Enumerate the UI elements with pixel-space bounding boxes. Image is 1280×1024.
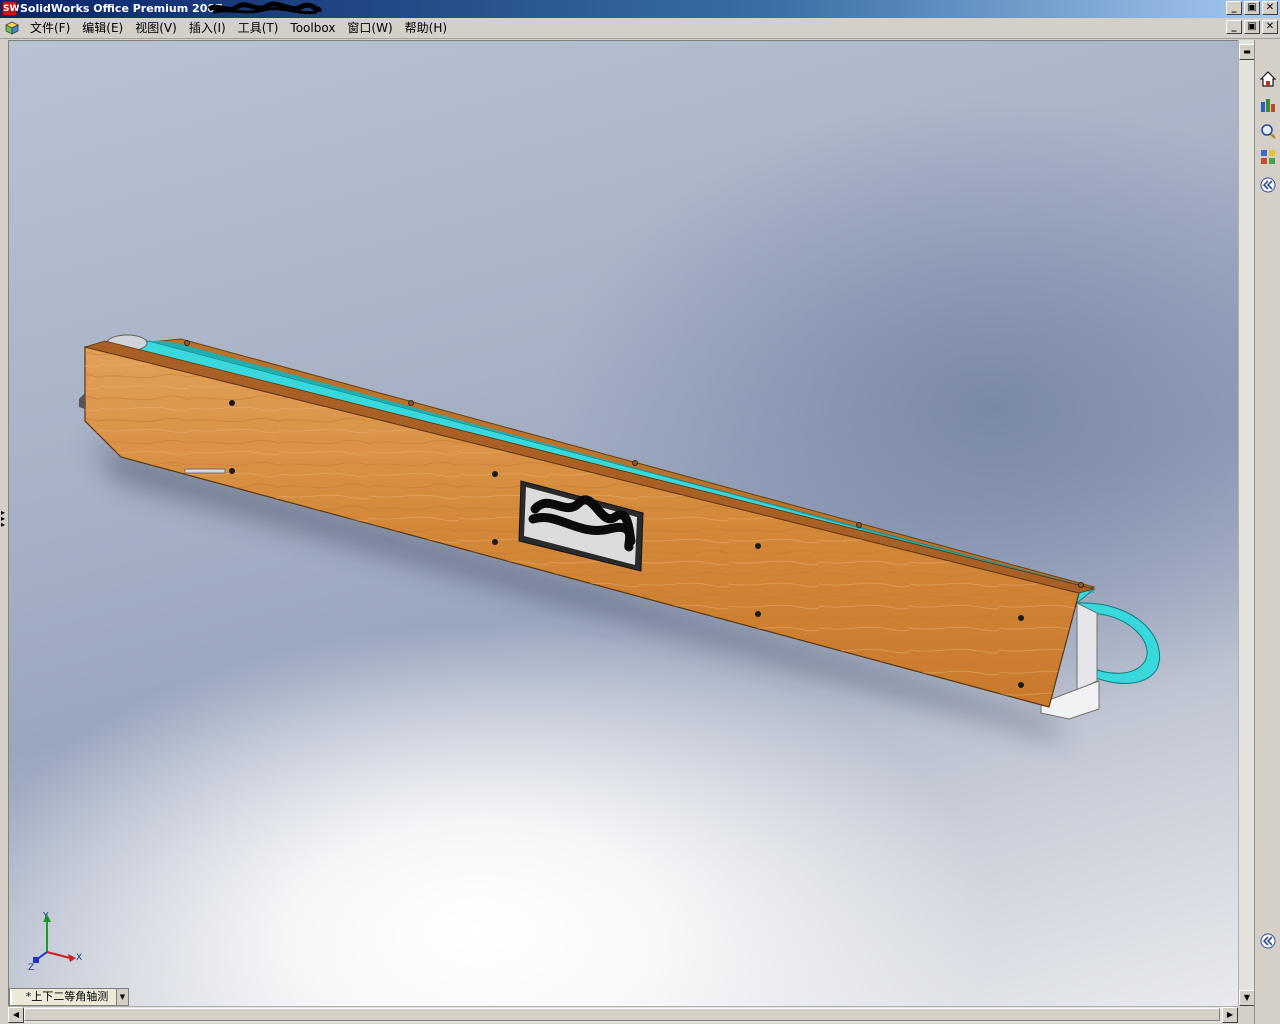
splitter-handle-icon[interactable]: ▸ ▸ ▸ <box>1 509 5 529</box>
scroll-thumb[interactable] <box>24 1008 1220 1021</box>
palette-icon[interactable] <box>1259 148 1277 166</box>
bottom-plate <box>184 468 226 474</box>
menu-file[interactable]: 文件(F) <box>24 18 76 38</box>
screw-hole <box>1018 615 1024 621</box>
view-orientation-label: *上下二等角轴测 <box>12 989 122 1005</box>
scroll-left-icon[interactable]: ◀ <box>8 1007 24 1023</box>
view-orientation-dropdown[interactable]: *上下二等角轴测 ▼ <box>9 988 129 1006</box>
restore-button[interactable]: ▣ <box>1244 1 1260 15</box>
doc-restore-button[interactable]: ▣ <box>1244 20 1260 34</box>
vertical-scrollbar[interactable]: ▬ ▼ <box>1238 40 1255 1006</box>
window-controls: _ ▣ ✕ <box>1226 1 1278 15</box>
document-icon[interactable] <box>4 20 20 36</box>
screw-hole <box>229 400 235 406</box>
menu-view[interactable]: 视图(V) <box>129 18 183 38</box>
task-pane-strip <box>1254 40 1280 1024</box>
home-icon[interactable] <box>1259 70 1277 88</box>
triad-x-arrow <box>68 954 76 962</box>
doc-minimize-button[interactable]: _ <box>1226 20 1242 34</box>
rail-bolt <box>632 460 638 466</box>
reference-triad: Y X Z <box>28 912 82 972</box>
menu-help[interactable]: 帮助(H) <box>399 18 453 38</box>
menu-insert[interactable]: 插入(I) <box>183 18 232 38</box>
close-button[interactable]: ✕ <box>1262 1 1278 15</box>
triad-x-label: X <box>76 953 82 963</box>
feature-manager-collapse-bar[interactable]: ▸ ▸ ▸ <box>0 40 8 1006</box>
window-title: SolidWorks Office Premium 2007 - <box>20 2 232 15</box>
title-bar: SW SolidWorks Office Premium 2007 - _ ▣ … <box>0 0 1280 18</box>
resources-icon[interactable] <box>1259 96 1277 114</box>
menu-bar: 文件(F) 编辑(E) 视图(V) 插入(I) 工具(T) Toolbox 窗口… <box>0 18 1280 39</box>
triad-z-label: Z <box>28 963 34 972</box>
screw-hole <box>755 611 761 617</box>
triad-x-axis <box>46 951 71 959</box>
document-window-controls: _ ▣ ✕ <box>1226 20 1278 34</box>
screw-hole <box>755 543 761 549</box>
search-icon[interactable] <box>1259 122 1277 140</box>
menu-items: 文件(F) 编辑(E) 视图(V) 插入(I) 工具(T) Toolbox 窗口… <box>24 18 453 38</box>
horizontal-scrollbar[interactable]: ◀ ▶ <box>8 1006 1238 1023</box>
chevron-down-icon[interactable]: ▼ <box>116 989 128 1005</box>
left-tab <box>79 393 85 409</box>
scroll-down-icon[interactable]: ▼ <box>1239 990 1255 1006</box>
redacted-text-scribble <box>207 1 323 15</box>
menu-edit[interactable]: 编辑(E) <box>76 18 129 38</box>
triad-y-label: Y <box>42 912 49 922</box>
split-bar-icon[interactable]: ▬ <box>1239 44 1255 60</box>
menu-tools[interactable]: 工具(T) <box>232 18 285 38</box>
screw-hole <box>492 471 498 477</box>
end-bracket[interactable] <box>1076 602 1098 692</box>
solidworks-logo-icon: SW <box>2 1 19 16</box>
minimize-button[interactable]: _ <box>1226 1 1242 15</box>
collapse-icon[interactable] <box>1259 176 1277 194</box>
menu-toolbox[interactable]: Toolbox <box>284 18 341 38</box>
rail-bolt <box>408 400 414 406</box>
doc-close-button[interactable]: ✕ <box>1262 20 1278 34</box>
menu-window[interactable]: 窗口(W) <box>341 18 398 38</box>
conveyor-model[interactable] <box>9 41 1239 1007</box>
graphics-area[interactable] <box>8 40 1239 1007</box>
rail-bolt <box>1078 582 1084 588</box>
rail-bolt <box>856 522 862 528</box>
screw-hole <box>492 539 498 545</box>
screw-hole <box>1018 682 1024 688</box>
scroll-right-icon[interactable]: ▶ <box>1222 1007 1238 1023</box>
rail-bolt <box>184 340 190 346</box>
expand-pane-icon[interactable] <box>1259 932 1277 950</box>
screw-hole <box>229 468 235 474</box>
